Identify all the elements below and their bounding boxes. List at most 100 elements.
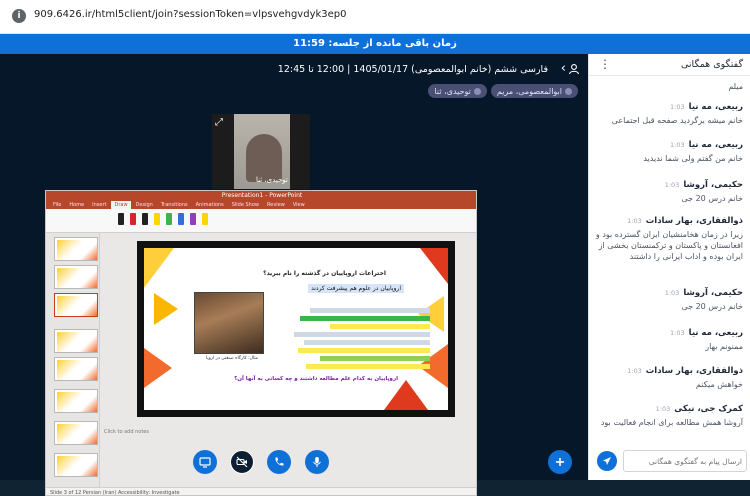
slide-notes: Click to add notes <box>104 429 149 435</box>
message-sender: ذوالفقاری، بهار سادات <box>645 216 743 226</box>
user-list-icon[interactable] <box>568 63 580 75</box>
ppt-window-title: Presentation1 - PowerPoint <box>46 191 476 201</box>
chat-message: ربیعی، مه نیا1:03 خانم میشه برگردید صفحه… <box>593 102 743 126</box>
pen-icon <box>202 213 208 225</box>
message-text: میلم <box>728 82 743 91</box>
url-text[interactable]: 909.6426.ir/html5client/join?sessionToke… <box>34 9 347 20</box>
presenter-tag[interactable]: ابوالمعصومی، مریم <box>490 84 578 98</box>
pen-icon <box>142 213 148 225</box>
public-chat-panel: ⋮ گفتگوی همگانی میلم ربیعی، مه نیا1:03 خ… <box>588 54 750 480</box>
chat-message: حکیمی، آروشا1:03 خانم درس 20 جی <box>593 288 743 312</box>
message-sender: ربیعی، مه نیا <box>688 328 743 338</box>
slide-thumbnail <box>54 265 98 289</box>
more-options-icon[interactable]: ⋮ <box>599 57 611 71</box>
video-off-icon <box>236 456 248 468</box>
message-text: خواهش میکنم <box>695 380 743 389</box>
painting-caption: مثال: کارگاه صنعتی در اروپا <box>206 356 259 361</box>
message-text: خانم من گفتم ولی شما ندیدید <box>643 154 743 163</box>
browser-address-bar: i 909.6426.ir/html5client/join?sessionTo… <box>0 0 750 34</box>
highlight-line <box>320 356 430 361</box>
actions-plus-button[interactable] <box>548 450 572 474</box>
message-time: 1:03 <box>627 367 642 375</box>
chat-input-row <box>589 446 750 480</box>
send-message-button[interactable] <box>597 451 617 471</box>
microphone-button[interactable] <box>305 450 329 474</box>
presenter-tag[interactable]: توحیدی، ثنا <box>428 84 487 98</box>
chat-title: گفتگوی همگانی <box>680 59 743 70</box>
session-timer-bar: زمان باقی مانده از جلسه: 11:59 <box>0 34 750 54</box>
avatar-dot-icon <box>473 87 481 95</box>
pen-icon <box>190 213 196 225</box>
message-sender: حکیمی، آروشا <box>683 288 743 298</box>
chat-header: ⋮ گفتگوی همگانی <box>589 54 750 76</box>
screen-share-button[interactable] <box>193 450 217 474</box>
presenter-tags: ابوالمعصومی، مریم توحیدی، ثنا <box>428 84 578 98</box>
chat-message-input[interactable] <box>623 450 747 472</box>
camera-toggle-button[interactable] <box>230 450 254 474</box>
ppt-tab: Draw <box>111 201 131 209</box>
message-text: خانم میشه برگردید صفحه قبل اجتماعی <box>611 116 743 125</box>
meeting-title: فارسی ششم (خانم ابوالمعصومی) 1405/01/17 … <box>277 64 548 75</box>
chat-messages[interactable]: میلم ربیعی، مه نیا1:03 خانم میشه برگردید… <box>589 76 750 446</box>
text-line <box>310 308 430 313</box>
slide-text-lines <box>290 306 430 376</box>
chat-message: حکیمی، آروشا1:03 خانم درس 20 جی <box>593 180 743 204</box>
webcam-video[interactable]: ⤢ توحیدی، ثنا <box>212 114 310 189</box>
avatar-dot-icon <box>565 87 572 95</box>
slide-thumbnail <box>54 421 98 445</box>
ppt-tab: Slide Show <box>231 202 260 208</box>
current-slide: اختراعات اروپاییان در گذشته را نام ببرید… <box>137 241 455 417</box>
message-time: 1:03 <box>670 103 685 111</box>
message-sender: ربیعی، مه نیا <box>688 102 743 112</box>
slide-subtitle: اروپاییان در علوم هم پیشرفت کردند <box>308 284 404 293</box>
message-text: ممنونم بهار <box>705 342 743 351</box>
slide-heading: اختراعات اروپاییان در گذشته را نام ببرید… <box>263 270 386 277</box>
meeting-header: ‹ فارسی ششم (خانم ابوالمعصومی) 1405/01/1… <box>0 54 588 86</box>
microphone-icon <box>313 457 321 467</box>
ppt-tab: File <box>53 202 62 208</box>
highlight-line <box>330 324 430 329</box>
phone-icon <box>275 457 284 466</box>
presenter-name: توحیدی، ثنا <box>434 86 471 96</box>
slide-thumbnail <box>54 293 98 317</box>
pen-icon <box>130 213 136 225</box>
slide-thumbnail <box>54 237 98 261</box>
message-time: 1:03 <box>664 289 680 297</box>
message-text: زیرا در زمان هخامنشیان ایران گسترده بود … <box>595 230 743 261</box>
pen-icon <box>166 213 172 225</box>
pen-icon <box>118 213 124 225</box>
action-bar <box>0 446 588 480</box>
message-sender: ربیعی، مه نیا <box>688 140 743 150</box>
message-time: 1:03 <box>655 405 671 413</box>
message-time: 1:03 <box>664 181 680 189</box>
decor-triangle <box>154 293 178 325</box>
session-timer-text: زمان باقی مانده از جلسه: 11:59 <box>293 38 457 49</box>
webcam-label: توحیدی، ثنا <box>256 176 288 184</box>
ppt-ribbon-tabs: File Home Insert Draw Design Transitions… <box>46 201 476 209</box>
pen-icon <box>178 213 184 225</box>
ppt-tab: Review <box>267 202 285 208</box>
site-info-icon[interactable]: i <box>12 9 26 23</box>
highlight-line <box>300 316 430 321</box>
message-time: 1:03 <box>670 329 685 337</box>
message-time: 1:03 <box>670 141 685 149</box>
pen-icon <box>154 213 160 225</box>
highlight-line <box>306 364 430 369</box>
decor-triangle <box>144 248 174 288</box>
chevron-left-icon[interactable]: ‹ <box>561 61 566 76</box>
text-line <box>304 340 430 345</box>
message-time: 1:03 <box>627 217 642 225</box>
webcam-person <box>246 134 282 182</box>
ppt-tab: Home <box>69 202 85 208</box>
ppt-status-bar: Slide 3 of 12 Persian (Iran) Accessibili… <box>46 487 476 495</box>
monitor-icon <box>199 457 211 468</box>
message-text: آروشا همش مطالعه برای انجام فعالیت بود <box>600 418 743 427</box>
audio-phone-button[interactable] <box>267 450 291 474</box>
fullscreen-icon[interactable]: ⤢ <box>215 117 223 128</box>
ppt-tab: Insert <box>92 202 107 208</box>
ppt-ribbon <box>46 209 476 233</box>
decor-triangle <box>144 348 172 388</box>
chat-message: ذوالفقاری، بهار سادات1:03 خواهش میکنم <box>593 366 743 390</box>
slide-thumbnail <box>54 389 98 413</box>
chat-message: ربیعی، مه نیا1:03 ممنونم بهار <box>593 328 743 352</box>
